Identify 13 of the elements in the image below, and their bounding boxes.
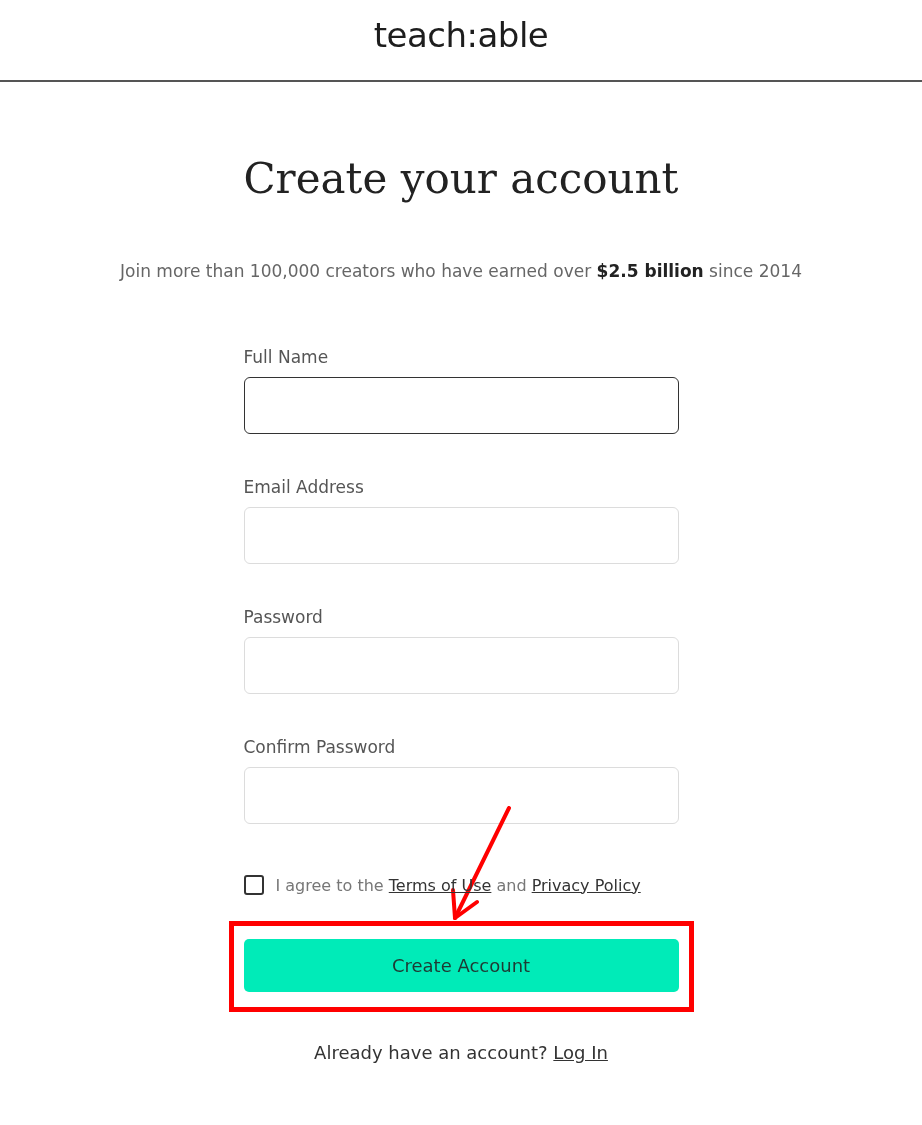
input-field[interactable] — [243, 377, 679, 434]
privacy-link[interactable]: Privacy Policy — [531, 875, 641, 895]
checkbox[interactable] — [243, 875, 264, 895]
create-account-button[interactable]: Create Account — [243, 939, 679, 992]
field-label: Password — [243, 607, 324, 627]
logo: teach:able — [373, 15, 549, 57]
field-label: Full Name — [243, 347, 330, 367]
field-label: Email Address — [243, 477, 365, 497]
login-prompt: Already have an account? Log In — [313, 1042, 609, 1063]
subtitle: Join more than 100,000 creators who have earned over $2.5 billion since 2014 — [120, 261, 802, 281]
field-label: Confirm Password — [243, 737, 397, 757]
login-link[interactable]: Log In — [553, 1042, 608, 1063]
page-title: Create your account — [243, 154, 679, 203]
